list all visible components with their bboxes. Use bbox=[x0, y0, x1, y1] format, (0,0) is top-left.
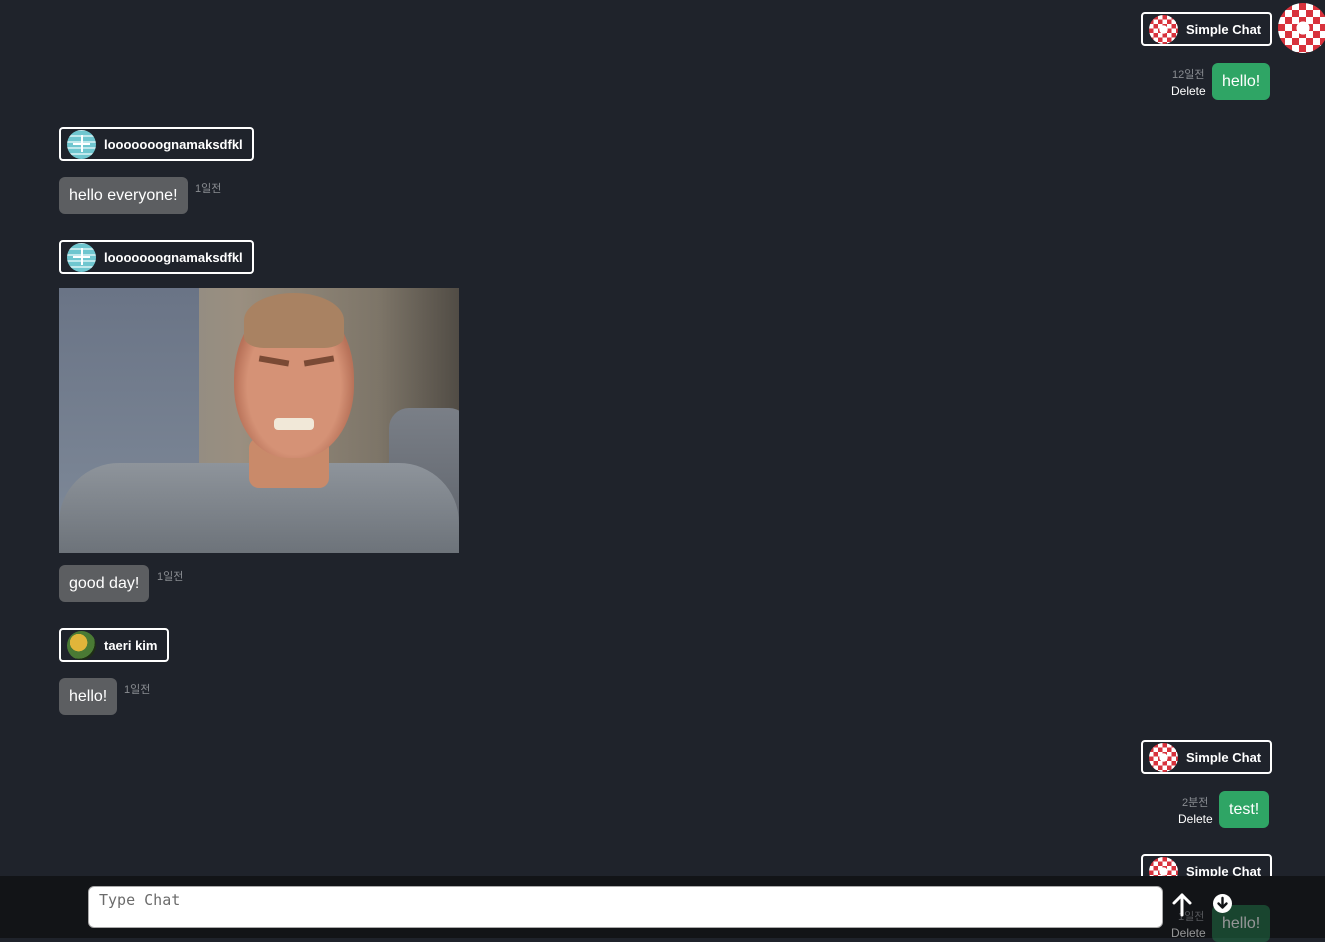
message-time: 1일전 bbox=[195, 183, 222, 195]
avatar bbox=[1149, 742, 1178, 772]
scroll-down-button[interactable] bbox=[1213, 894, 1232, 913]
message-time: 12일전 bbox=[1172, 69, 1205, 81]
avatar bbox=[67, 242, 96, 272]
message-time: 1일전 bbox=[124, 684, 151, 696]
chat-input[interactable] bbox=[88, 886, 1163, 928]
user-badge-looooooognamaksdfkl[interactable]: looooooognamaksdfkl bbox=[59, 127, 254, 161]
avatar bbox=[1149, 14, 1178, 44]
username: Simple Chat bbox=[1186, 749, 1262, 765]
message-bubble-own: test! bbox=[1219, 791, 1270, 828]
username: taeri kim bbox=[104, 637, 158, 653]
arrow-down-circle-icon bbox=[1213, 894, 1232, 913]
message-bubble: hello! bbox=[59, 678, 118, 715]
delete-button[interactable]: Delete bbox=[1171, 84, 1206, 98]
username: looooooognamaksdfkl bbox=[104, 136, 243, 152]
username: Simple Chat bbox=[1186, 21, 1262, 37]
message-image[interactable] bbox=[59, 288, 459, 553]
message-bubble: good day! bbox=[59, 565, 150, 602]
user-badge-simple-chat[interactable]: Simple Chat bbox=[1141, 12, 1272, 46]
message-time: 2분전 bbox=[1182, 797, 1209, 809]
avatar bbox=[67, 129, 96, 159]
delete-button[interactable]: Delete bbox=[1178, 812, 1213, 826]
current-user-avatar[interactable] bbox=[1278, 3, 1325, 53]
arrow-up-icon bbox=[1172, 893, 1192, 917]
send-button[interactable] bbox=[1170, 892, 1194, 918]
user-badge-looooooognamaksdfkl[interactable]: looooooognamaksdfkl bbox=[59, 240, 254, 274]
username: looooooognamaksdfkl bbox=[104, 249, 243, 265]
user-badge-simple-chat[interactable]: Simple Chat bbox=[1141, 740, 1272, 774]
message-bubble: hello everyone! bbox=[59, 177, 188, 214]
message-time: 1일전 bbox=[157, 571, 184, 583]
message-bubble-own: hello! bbox=[1212, 63, 1271, 100]
user-badge-taeri-kim[interactable]: taeri kim bbox=[59, 628, 169, 662]
avatar bbox=[67, 630, 96, 660]
